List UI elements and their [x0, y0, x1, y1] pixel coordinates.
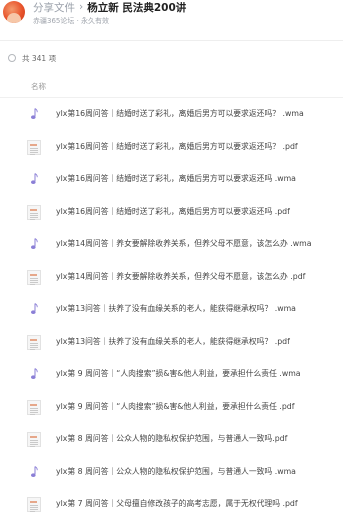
file-name[interactable]: ylx第 8 周问答｜公众人物的隐私权保护范围，与普通人一致吗 .wma: [56, 466, 296, 477]
breadcrumb-separator: ›: [79, 1, 84, 13]
file-row[interactable]: ylx第14周问答｜养女要解除收养关系，但养父母不愿意，该怎么办 .pdf: [0, 261, 343, 294]
music-note-icon: [27, 302, 41, 317]
file-row[interactable]: ylx第16周问答｜结婚时送了彩礼，离婚后男方可以要求返还吗？ .pdf: [0, 131, 343, 164]
file-row[interactable]: ylx第 7 周问答｜父母擅自修改孩子的高考志愿，属于无权代理吗 .pdf: [0, 488, 343, 521]
avatar[interactable]: [3, 1, 25, 23]
column-header-name[interactable]: 名称: [31, 81, 46, 92]
header-divider: [0, 40, 343, 41]
pdf-document-icon: [27, 139, 41, 155]
file-row[interactable]: ylx第16周问答｜结婚时送了彩礼，离婚后男方可以要求返还吗 .pdf: [0, 196, 343, 229]
music-note-icon: [27, 172, 41, 187]
breadcrumb-shared-files[interactable]: 分享文件: [33, 0, 75, 15]
pdf-document-icon: [27, 334, 41, 350]
file-row[interactable]: ylx第 8 周问答｜公众人物的隐私权保护范围，与普通人一致吗.pdf: [0, 423, 343, 456]
select-all-bar: 共 341 项: [8, 52, 56, 64]
share-header: 分享文件 › 杨立新 民法典200讲 赤疆365论坛 · 永久有效: [0, 0, 343, 40]
file-name[interactable]: ylx第13问答｜扶养了没有血缘关系的老人，能获得继承权吗？ .pdf: [56, 336, 290, 347]
share-info: 赤疆365论坛 · 永久有效: [33, 17, 110, 25]
file-row[interactable]: ylx第 8 周问答｜公众人物的隐私权保护范围，与普通人一致吗 .wma: [0, 456, 343, 489]
file-name[interactable]: ylx第16周问答｜结婚时送了彩礼，离婚后男方可以要求返还吗 .pdf: [56, 206, 290, 217]
file-name[interactable]: ylx第16周问答｜结婚时送了彩礼，离婚后男方可以要求返还吗？ .wma: [56, 108, 304, 119]
pdf-document-icon: [27, 269, 41, 285]
file-row[interactable]: ylx第 9 周问答｜“人肉搜索”损&害&他人利益，要承担什么责任 .pdf: [0, 391, 343, 424]
page-title: 杨立新 民法典200讲: [87, 1, 187, 14]
item-count: 共 341 项: [22, 53, 57, 63]
file-row[interactable]: ylx第 9 周问答｜“人肉搜索”损&害&他人利益，要承担什么责任 .wma: [0, 358, 343, 391]
file-row[interactable]: ylx第16周问答｜结婚时送了彩礼，离婚后男方可以要求返还吗 .wma: [0, 163, 343, 196]
file-name[interactable]: ylx第13问答｜扶养了没有血缘关系的老人，能获得继承权吗？ .wma: [56, 303, 296, 314]
file-name[interactable]: ylx第16周问答｜结婚时送了彩礼，离婚后男方可以要求返还吗 .wma: [56, 173, 296, 184]
music-note-icon: [27, 107, 41, 122]
file-name[interactable]: ylx第14周问答｜养女要解除收养关系，但养父母不愿意，该怎么办 .wma: [56, 238, 312, 249]
pdf-document-icon: [27, 399, 41, 415]
file-row[interactable]: ylx第14周问答｜养女要解除收养关系，但养父母不愿意，该怎么办 .wma: [0, 228, 343, 261]
file-list: ylx第16周问答｜结婚时送了彩礼，离婚后男方可以要求返还吗？ .wma ylx第…: [0, 98, 343, 521]
file-row[interactable]: ylx第16周问答｜结婚时送了彩礼，离婚后男方可以要求返还吗？ .wma: [0, 98, 343, 131]
file-name[interactable]: ylx第 9 周问答｜“人肉搜索”损&害&他人利益，要承担什么责任 .wma: [56, 368, 301, 379]
breadcrumb: 分享文件 › 杨立新 民法典200讲: [33, 0, 186, 14]
music-note-icon: [27, 237, 41, 252]
file-name[interactable]: ylx第 8 周问答｜公众人物的隐私权保护范围，与普通人一致吗.pdf: [56, 433, 287, 444]
pdf-document-icon: [27, 204, 41, 220]
music-note-icon: [27, 465, 41, 480]
file-name[interactable]: ylx第 9 周问答｜“人肉搜索”损&害&他人利益，要承担什么责任 .pdf: [56, 401, 294, 412]
music-note-icon: [27, 367, 41, 382]
select-all-checkbox[interactable]: [8, 54, 16, 62]
file-row[interactable]: ylx第13问答｜扶养了没有血缘关系的老人，能获得继承权吗？ .pdf: [0, 326, 343, 359]
file-name[interactable]: ylx第16周问答｜结婚时送了彩礼，离婚后男方可以要求返还吗？ .pdf: [56, 141, 298, 152]
pdf-document-icon: [27, 432, 41, 447]
pdf-document-icon: [27, 497, 41, 512]
file-row[interactable]: ylx第13问答｜扶养了没有血缘关系的老人，能获得继承权吗？ .wma: [0, 293, 343, 326]
file-name[interactable]: ylx第14周问答｜养女要解除收养关系，但养父母不愿意，该怎么办 .pdf: [56, 271, 305, 282]
